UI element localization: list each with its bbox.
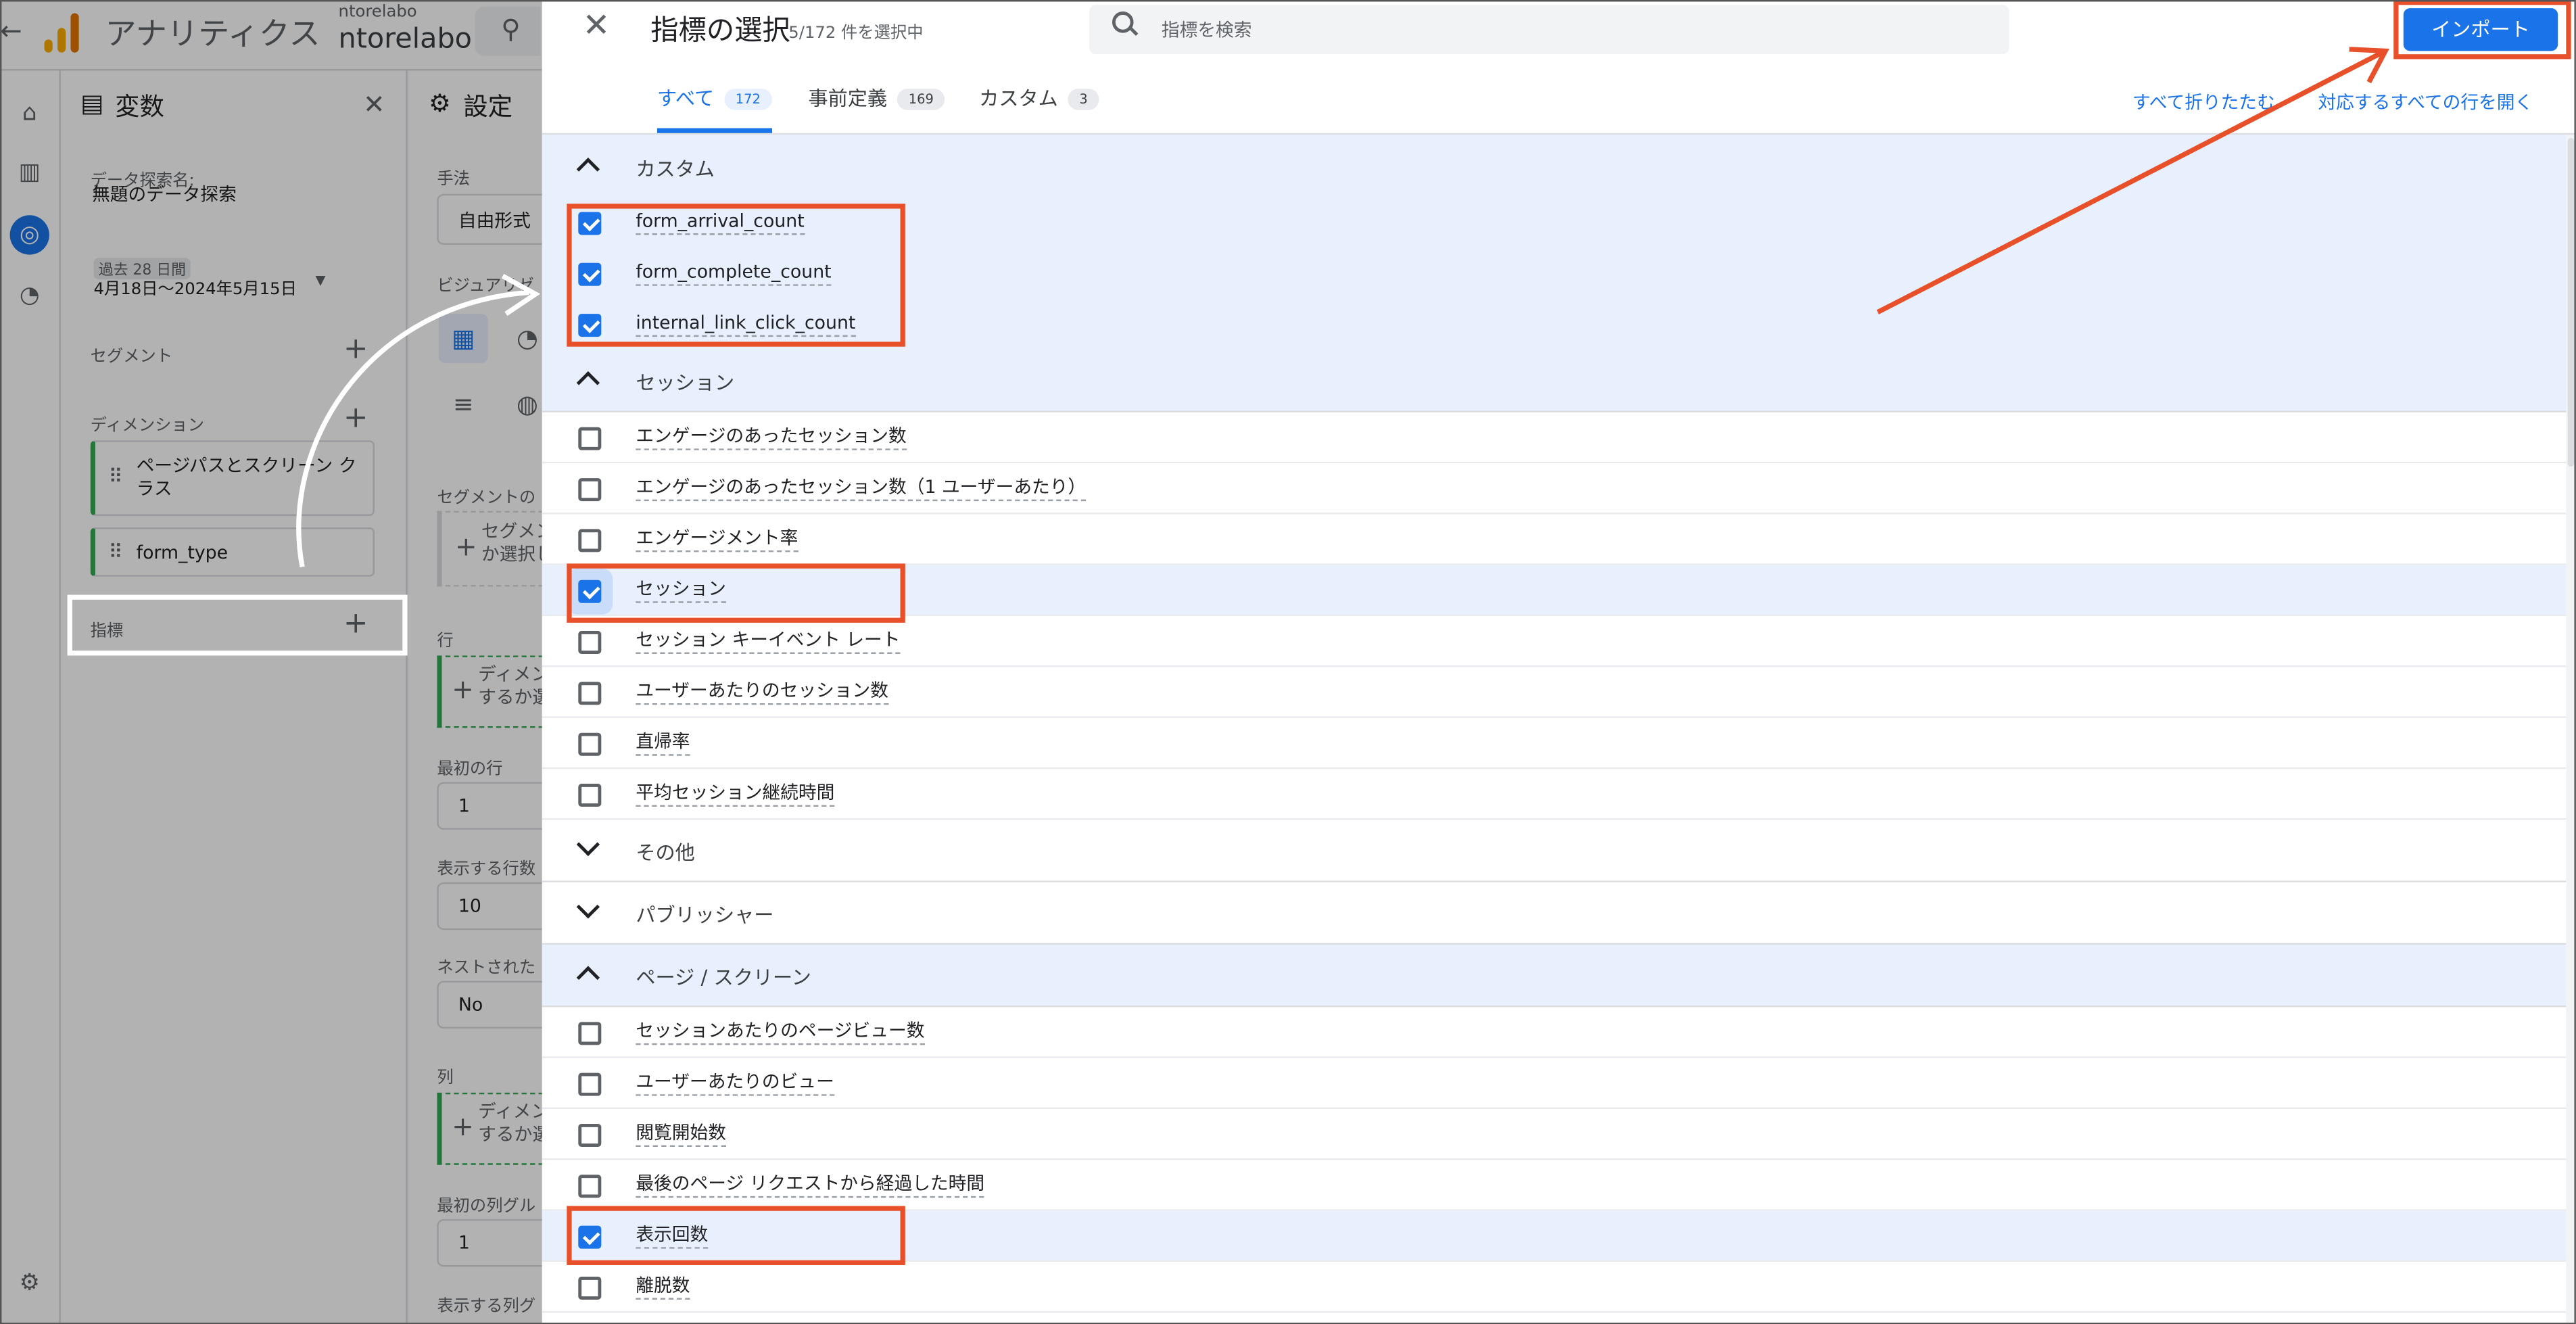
white-arrow (296, 289, 529, 567)
orange-arrow (1876, 50, 2383, 314)
annotation-arrows (296, 47, 2389, 567)
screenshot-canvas: ← アナリティクス ntorelabo ntorelabo ⚲ ⌂ ▥ ◎ ◔ … (0, 0, 2576, 1324)
